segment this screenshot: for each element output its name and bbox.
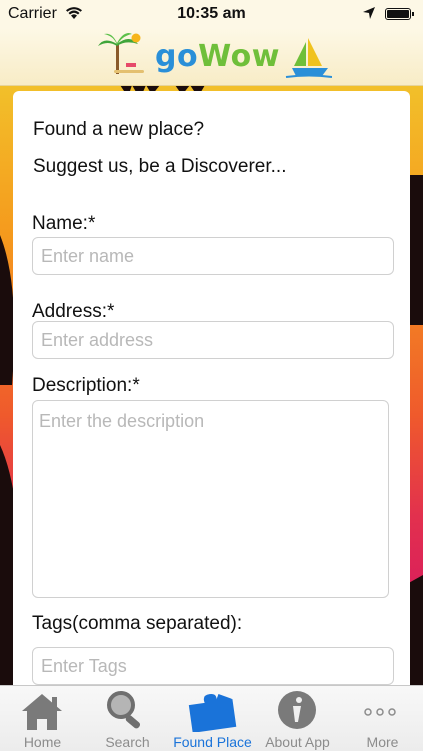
name-label: Name:* <box>32 213 96 234</box>
tab-found-place[interactable]: Found Place <box>170 686 255 751</box>
tab-more[interactable]: More <box>340 686 423 751</box>
tab-more-label: More <box>366 734 399 750</box>
location-arrow-icon <box>362 6 376 25</box>
logo-wordmark: goWow <box>155 39 280 74</box>
clock: 10:35 am <box>177 5 246 22</box>
name-input[interactable]: Enter name <box>32 237 394 275</box>
description-textarea[interactable]: Enter the description <box>32 400 389 598</box>
logo-text-go: go <box>155 39 199 74</box>
battery-fill <box>387 10 409 18</box>
suggest-place-form: Found a new place? Suggest us, be a Disc… <box>13 91 410 685</box>
status-bar: Carrier 10:35 am <box>0 0 423 28</box>
app-header: goWow <box>0 28 423 86</box>
address-input[interactable]: Enter address <box>32 321 394 359</box>
tags-label: Tags(comma separated): <box>32 613 243 634</box>
more-icon <box>364 708 396 716</box>
tab-search[interactable]: Search <box>85 686 170 751</box>
search-icon <box>107 691 141 729</box>
tab-about-app[interactable]: About App <box>255 686 340 751</box>
tab-bar: Home Search Found Place About App More <box>0 685 423 751</box>
battery-icon <box>385 8 414 20</box>
tags-input[interactable]: Enter Tags <box>32 647 394 685</box>
intro-heading: Found a new place? <box>33 119 205 140</box>
description-label: Description:* <box>32 375 140 396</box>
tab-home-label: Home <box>23 734 62 750</box>
tab-home[interactable]: Home <box>0 686 85 751</box>
tab-about-app-label: About App <box>265 734 330 750</box>
home-icon <box>22 694 62 730</box>
battery-nub <box>412 12 414 16</box>
puzzle-icon <box>188 693 237 732</box>
intro-subheading: Suggest us, be a Discoverer... <box>33 156 287 177</box>
address-label: Address:* <box>32 301 115 322</box>
tab-search-label: Search <box>105 734 150 750</box>
logo-text-wow: Wow <box>198 39 280 74</box>
tab-found-place-label: Found Place <box>173 734 252 750</box>
info-icon <box>278 691 316 729</box>
